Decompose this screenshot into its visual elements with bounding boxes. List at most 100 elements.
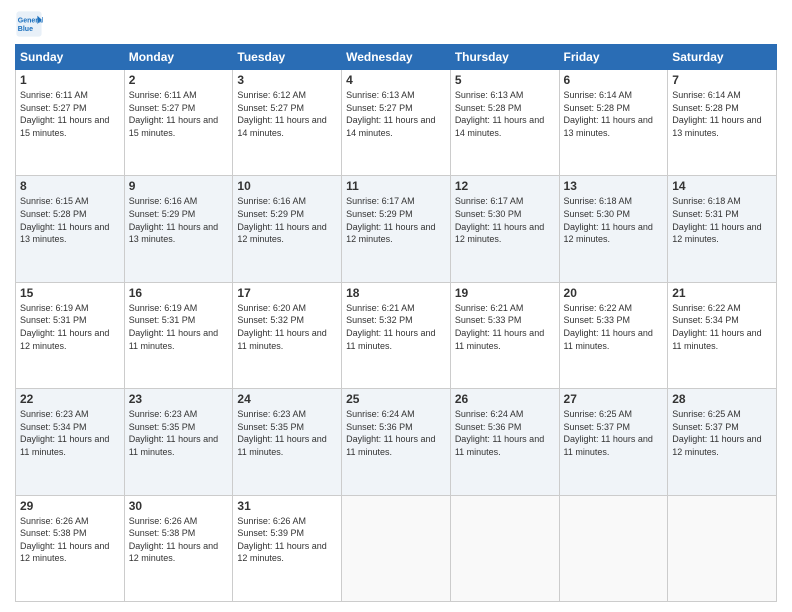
logo: General Blue (15, 10, 47, 38)
day-info: Sunrise: 6:22 AM Sunset: 5:34 PM Dayligh… (672, 302, 772, 352)
calendar-cell: 15 Sunrise: 6:19 AM Sunset: 5:31 PM Dayl… (16, 282, 125, 388)
calendar-cell: 19 Sunrise: 6:21 AM Sunset: 5:33 PM Dayl… (450, 282, 559, 388)
col-header-tuesday: Tuesday (233, 45, 342, 70)
calendar-cell: 31 Sunrise: 6:26 AM Sunset: 5:39 PM Dayl… (233, 495, 342, 601)
day-number: 18 (346, 286, 446, 300)
calendar-cell: 5 Sunrise: 6:13 AM Sunset: 5:28 PM Dayli… (450, 70, 559, 176)
day-info: Sunrise: 6:21 AM Sunset: 5:33 PM Dayligh… (455, 302, 555, 352)
day-number: 28 (672, 392, 772, 406)
day-number: 29 (20, 499, 120, 513)
day-info: Sunrise: 6:26 AM Sunset: 5:38 PM Dayligh… (129, 515, 229, 565)
day-number: 7 (672, 73, 772, 87)
calendar-cell: 10 Sunrise: 6:16 AM Sunset: 5:29 PM Dayl… (233, 176, 342, 282)
day-info: Sunrise: 6:16 AM Sunset: 5:29 PM Dayligh… (129, 195, 229, 245)
day-info: Sunrise: 6:26 AM Sunset: 5:38 PM Dayligh… (20, 515, 120, 565)
day-info: Sunrise: 6:22 AM Sunset: 5:33 PM Dayligh… (564, 302, 664, 352)
day-number: 19 (455, 286, 555, 300)
calendar-cell: 6 Sunrise: 6:14 AM Sunset: 5:28 PM Dayli… (559, 70, 668, 176)
day-info: Sunrise: 6:18 AM Sunset: 5:30 PM Dayligh… (564, 195, 664, 245)
calendar-cell: 8 Sunrise: 6:15 AM Sunset: 5:28 PM Dayli… (16, 176, 125, 282)
day-number: 14 (672, 179, 772, 193)
day-number: 26 (455, 392, 555, 406)
calendar-cell: 21 Sunrise: 6:22 AM Sunset: 5:34 PM Dayl… (668, 282, 777, 388)
day-number: 6 (564, 73, 664, 87)
calendar-cell: 24 Sunrise: 6:23 AM Sunset: 5:35 PM Dayl… (233, 389, 342, 495)
calendar-cell: 2 Sunrise: 6:11 AM Sunset: 5:27 PM Dayli… (124, 70, 233, 176)
day-info: Sunrise: 6:24 AM Sunset: 5:36 PM Dayligh… (455, 408, 555, 458)
day-info: Sunrise: 6:11 AM Sunset: 5:27 PM Dayligh… (129, 89, 229, 139)
day-number: 16 (129, 286, 229, 300)
calendar-cell: 28 Sunrise: 6:25 AM Sunset: 5:37 PM Dayl… (668, 389, 777, 495)
day-number: 20 (564, 286, 664, 300)
calendar-cell (559, 495, 668, 601)
col-header-wednesday: Wednesday (342, 45, 451, 70)
day-info: Sunrise: 6:23 AM Sunset: 5:35 PM Dayligh… (237, 408, 337, 458)
day-number: 12 (455, 179, 555, 193)
day-info: Sunrise: 6:14 AM Sunset: 5:28 PM Dayligh… (672, 89, 772, 139)
day-info: Sunrise: 6:24 AM Sunset: 5:36 PM Dayligh… (346, 408, 446, 458)
day-info: Sunrise: 6:20 AM Sunset: 5:32 PM Dayligh… (237, 302, 337, 352)
calendar-cell: 11 Sunrise: 6:17 AM Sunset: 5:29 PM Dayl… (342, 176, 451, 282)
day-number: 10 (237, 179, 337, 193)
day-info: Sunrise: 6:23 AM Sunset: 5:35 PM Dayligh… (129, 408, 229, 458)
calendar-cell: 22 Sunrise: 6:23 AM Sunset: 5:34 PM Dayl… (16, 389, 125, 495)
day-info: Sunrise: 6:21 AM Sunset: 5:32 PM Dayligh… (346, 302, 446, 352)
day-info: Sunrise: 6:17 AM Sunset: 5:30 PM Dayligh… (455, 195, 555, 245)
day-number: 17 (237, 286, 337, 300)
day-info: Sunrise: 6:23 AM Sunset: 5:34 PM Dayligh… (20, 408, 120, 458)
day-number: 25 (346, 392, 446, 406)
calendar-cell: 14 Sunrise: 6:18 AM Sunset: 5:31 PM Dayl… (668, 176, 777, 282)
day-number: 30 (129, 499, 229, 513)
calendar-cell: 12 Sunrise: 6:17 AM Sunset: 5:30 PM Dayl… (450, 176, 559, 282)
calendar-cell: 13 Sunrise: 6:18 AM Sunset: 5:30 PM Dayl… (559, 176, 668, 282)
col-header-friday: Friday (559, 45, 668, 70)
day-number: 9 (129, 179, 229, 193)
day-number: 2 (129, 73, 229, 87)
day-number: 3 (237, 73, 337, 87)
day-info: Sunrise: 6:25 AM Sunset: 5:37 PM Dayligh… (672, 408, 772, 458)
day-info: Sunrise: 6:19 AM Sunset: 5:31 PM Dayligh… (129, 302, 229, 352)
day-info: Sunrise: 6:16 AM Sunset: 5:29 PM Dayligh… (237, 195, 337, 245)
calendar-cell: 1 Sunrise: 6:11 AM Sunset: 5:27 PM Dayli… (16, 70, 125, 176)
calendar-cell: 23 Sunrise: 6:23 AM Sunset: 5:35 PM Dayl… (124, 389, 233, 495)
day-number: 11 (346, 179, 446, 193)
day-number: 5 (455, 73, 555, 87)
calendar-cell: 3 Sunrise: 6:12 AM Sunset: 5:27 PM Dayli… (233, 70, 342, 176)
day-number: 4 (346, 73, 446, 87)
calendar-cell (668, 495, 777, 601)
day-number: 22 (20, 392, 120, 406)
logo-icon: General Blue (15, 10, 43, 38)
calendar-cell: 30 Sunrise: 6:26 AM Sunset: 5:38 PM Dayl… (124, 495, 233, 601)
day-info: Sunrise: 6:25 AM Sunset: 5:37 PM Dayligh… (564, 408, 664, 458)
calendar-cell: 27 Sunrise: 6:25 AM Sunset: 5:37 PM Dayl… (559, 389, 668, 495)
day-info: Sunrise: 6:26 AM Sunset: 5:39 PM Dayligh… (237, 515, 337, 565)
calendar-cell (450, 495, 559, 601)
day-info: Sunrise: 6:19 AM Sunset: 5:31 PM Dayligh… (20, 302, 120, 352)
calendar-cell: 7 Sunrise: 6:14 AM Sunset: 5:28 PM Dayli… (668, 70, 777, 176)
calendar-cell (342, 495, 451, 601)
calendar-cell: 26 Sunrise: 6:24 AM Sunset: 5:36 PM Dayl… (450, 389, 559, 495)
day-info: Sunrise: 6:11 AM Sunset: 5:27 PM Dayligh… (20, 89, 120, 139)
calendar-cell: 25 Sunrise: 6:24 AM Sunset: 5:36 PM Dayl… (342, 389, 451, 495)
calendar: SundayMondayTuesdayWednesdayThursdayFrid… (15, 44, 777, 602)
day-number: 31 (237, 499, 337, 513)
day-info: Sunrise: 6:17 AM Sunset: 5:29 PM Dayligh… (346, 195, 446, 245)
day-number: 27 (564, 392, 664, 406)
day-number: 24 (237, 392, 337, 406)
calendar-cell: 4 Sunrise: 6:13 AM Sunset: 5:27 PM Dayli… (342, 70, 451, 176)
day-number: 1 (20, 73, 120, 87)
col-header-thursday: Thursday (450, 45, 559, 70)
day-number: 21 (672, 286, 772, 300)
day-number: 15 (20, 286, 120, 300)
day-number: 23 (129, 392, 229, 406)
day-info: Sunrise: 6:15 AM Sunset: 5:28 PM Dayligh… (20, 195, 120, 245)
header: General Blue (15, 10, 777, 38)
col-header-saturday: Saturday (668, 45, 777, 70)
day-info: Sunrise: 6:12 AM Sunset: 5:27 PM Dayligh… (237, 89, 337, 139)
calendar-cell: 20 Sunrise: 6:22 AM Sunset: 5:33 PM Dayl… (559, 282, 668, 388)
col-header-sunday: Sunday (16, 45, 125, 70)
calendar-cell: 17 Sunrise: 6:20 AM Sunset: 5:32 PM Dayl… (233, 282, 342, 388)
calendar-cell: 29 Sunrise: 6:26 AM Sunset: 5:38 PM Dayl… (16, 495, 125, 601)
calendar-cell: 16 Sunrise: 6:19 AM Sunset: 5:31 PM Dayl… (124, 282, 233, 388)
day-info: Sunrise: 6:14 AM Sunset: 5:28 PM Dayligh… (564, 89, 664, 139)
